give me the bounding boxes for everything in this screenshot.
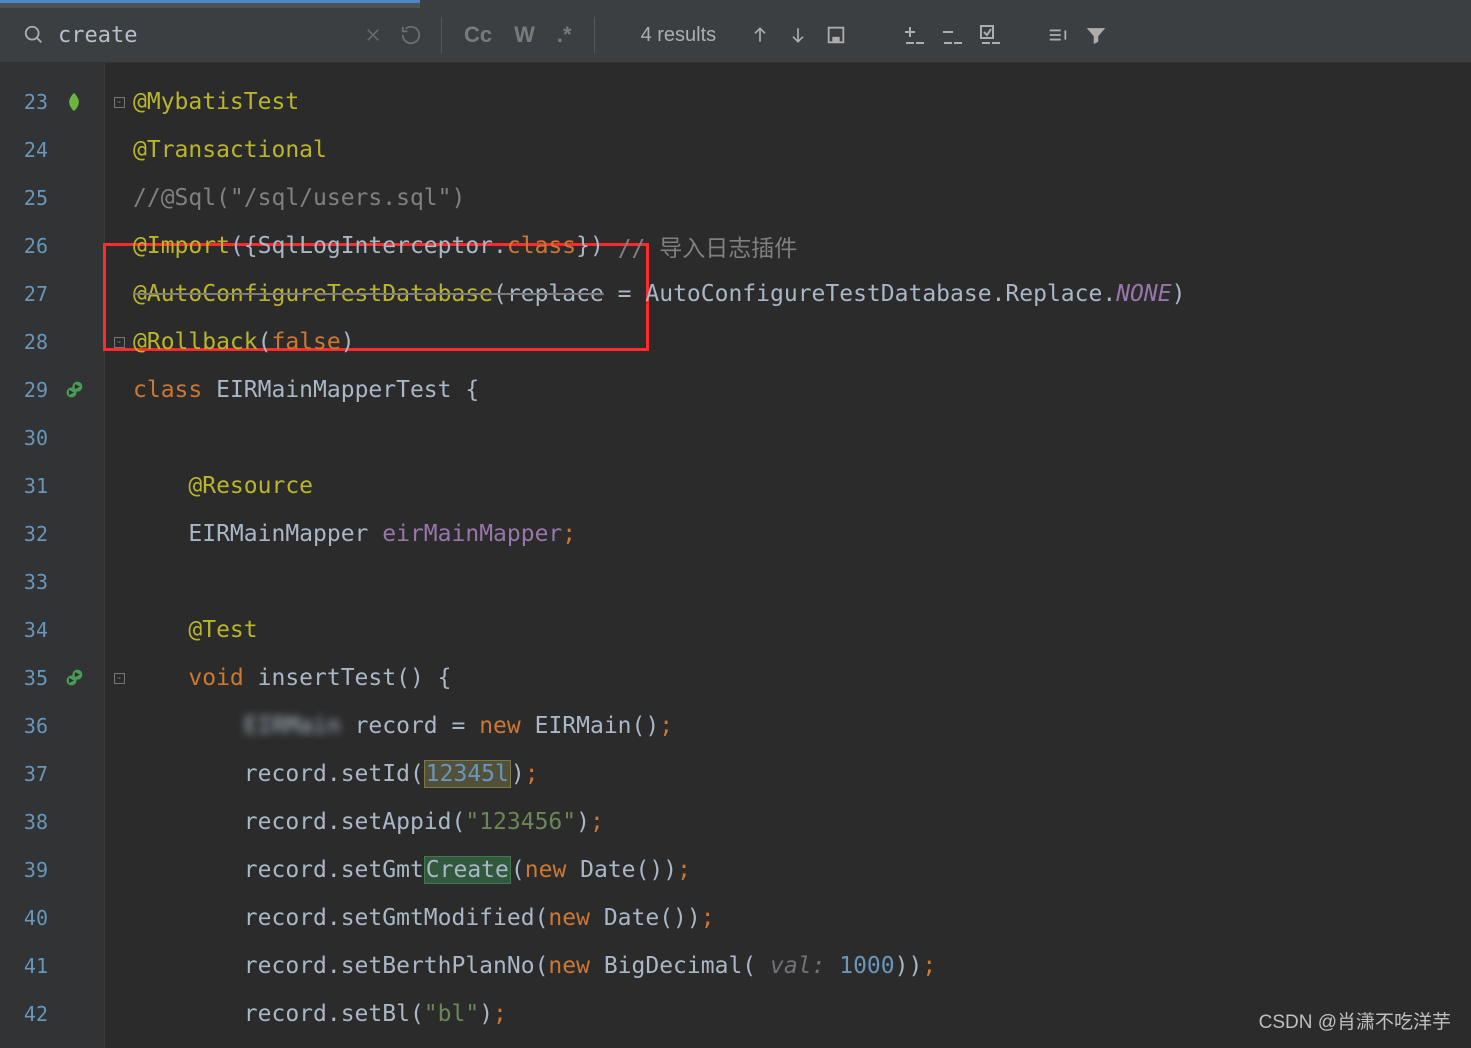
match-case-toggle[interactable]: Cc [458,22,498,48]
regex-toggle[interactable]: .* [551,22,578,48]
select-all-icon[interactable] [822,21,850,49]
gutter-row[interactable]: 28 [0,318,104,366]
fold-icon[interactable]: - [114,673,125,684]
gutter-row[interactable]: 36 [0,702,104,750]
code-area[interactable]: -@MybatisTest @Transactional //@Sql("/sq… [105,63,1471,1048]
gutter-row[interactable]: 40 [0,894,104,942]
clear-search-icon[interactable] [359,21,387,49]
gutter-row[interactable]: 37 [0,750,104,798]
fold-icon[interactable]: - [114,337,125,348]
add-selection-icon[interactable] [900,21,928,49]
gutter-row[interactable]: 30 [0,414,104,462]
search-icon [20,21,48,49]
gutter-row[interactable]: 24 [0,126,104,174]
spring-leaf-icon [62,90,86,114]
gutter-row[interactable]: 31 [0,462,104,510]
active-tab-indicator [0,0,420,8]
gutter-row[interactable]: 29 [0,366,104,414]
words-toggle[interactable]: W [508,22,541,48]
gutter-row[interactable]: 25 [0,174,104,222]
next-match-icon[interactable] [784,21,812,49]
select-all-occurrences-icon[interactable] [976,21,1004,49]
run-test-icon[interactable] [62,378,86,402]
tab-strip [0,0,1471,8]
remove-selection-icon[interactable] [938,21,966,49]
filter-icon[interactable] [1082,21,1110,49]
gutter-row[interactable]: 34 [0,606,104,654]
find-toolbar: Cc W .* 4 results [0,8,1471,63]
gutter-row[interactable]: 35 [0,654,104,702]
gutter-row[interactable]: 33 [0,558,104,606]
find-input[interactable] [58,23,338,48]
results-count: 4 results [641,24,717,47]
show-filter-icon[interactable] [1044,21,1072,49]
gutter-row[interactable]: 39 [0,846,104,894]
gutter: 23 24 25 26 27 28 29 30 31 32 33 34 35 3… [0,63,105,1048]
watermark: CSDN @肖潇不吃洋芋 [1259,1007,1451,1034]
gutter-row[interactable]: 41 [0,942,104,990]
gutter-row[interactable]: 27 [0,270,104,318]
gutter-row[interactable]: 32 [0,510,104,558]
prev-match-icon[interactable] [746,21,774,49]
gutter-row[interactable]: 38 [0,798,104,846]
fold-icon[interactable]: - [114,97,125,108]
gutter-row[interactable]: 23 [0,78,104,126]
editor: 23 24 25 26 27 28 29 30 31 32 33 34 35 3… [0,63,1471,1048]
history-icon[interactable] [397,21,425,49]
run-test-icon[interactable] [62,666,86,690]
gutter-row[interactable]: 42 [0,990,104,1038]
gutter-row[interactable]: 26 [0,222,104,270]
